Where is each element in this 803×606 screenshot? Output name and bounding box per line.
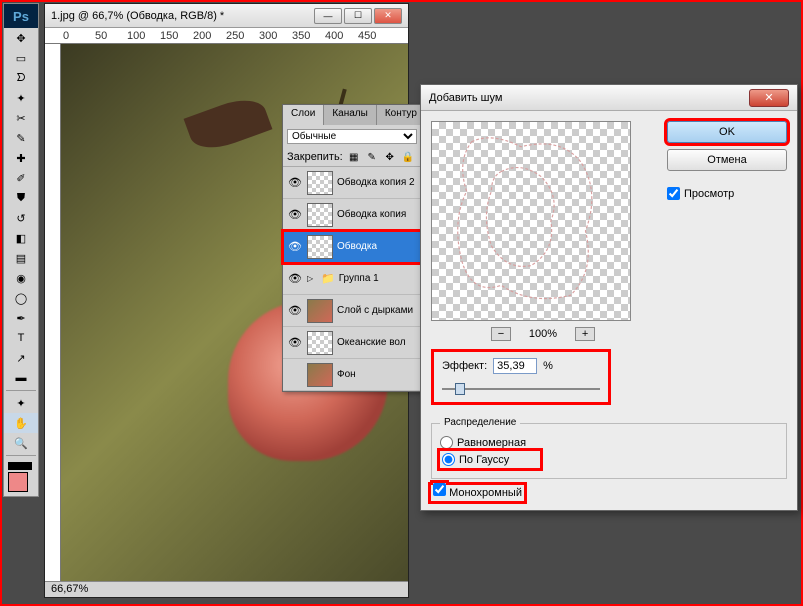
zoom-tool[interactable]: 🔍 xyxy=(4,433,38,453)
crop-tool[interactable]: ✂ xyxy=(4,108,38,128)
blur-tool[interactable]: ◉ xyxy=(4,268,38,288)
dialog-close-button[interactable]: ✕ xyxy=(749,89,789,107)
color-swatches[interactable] xyxy=(4,458,38,496)
dialog-titlebar[interactable]: Добавить шум ✕ xyxy=(421,85,797,111)
layers-panel[interactable]: Слои Каналы Контур Обычные Закрепить: ▦ … xyxy=(282,104,422,392)
close-button[interactable]: ✕ xyxy=(374,8,402,24)
path-tool[interactable]: ↗ xyxy=(4,348,38,368)
effect-unit: % xyxy=(543,360,553,372)
preview-checkbox[interactable] xyxy=(667,187,680,200)
effect-input[interactable] xyxy=(493,358,537,374)
effect-label: Эффект: xyxy=(442,360,487,372)
layer-row[interactable]: 👁 Обводка копия xyxy=(283,199,421,231)
vertical-ruler xyxy=(45,44,61,581)
zoom-value: 100% xyxy=(529,328,557,340)
minimize-button[interactable]: — xyxy=(314,8,342,24)
layer-thumb[interactable] xyxy=(307,363,333,387)
shape-tool[interactable]: ▬ xyxy=(4,368,38,388)
folder-icon: 📁 xyxy=(321,272,335,285)
document-title: 1.jpg @ 66,7% (Обводка, RGB/8) * xyxy=(51,10,314,22)
dialog-title: Добавить шум xyxy=(429,92,749,104)
visibility-icon[interactable]: 👁 xyxy=(287,272,303,285)
3d-tool[interactable]: ✦ xyxy=(4,393,38,413)
distribution-legend: Распределение xyxy=(440,417,520,428)
pen-tool[interactable]: ✒ xyxy=(4,308,38,328)
layer-thumb[interactable] xyxy=(307,203,333,227)
preview-checkbox-row[interactable]: Просмотр xyxy=(667,187,787,200)
type-tool[interactable]: T xyxy=(4,328,38,348)
blend-mode-select[interactable]: Обычные xyxy=(287,129,417,144)
layer-row[interactable]: Фон xyxy=(283,359,421,391)
stamp-tool[interactable]: ⛊ xyxy=(4,188,38,208)
effect-slider[interactable] xyxy=(442,382,600,396)
lock-transparency-icon[interactable]: ▦ xyxy=(347,150,361,164)
distribution-group: Распределение Равномерная По Гауссу xyxy=(431,423,787,479)
layer-row-selected[interactable]: 👁 Обводка xyxy=(283,231,421,263)
healing-tool[interactable]: ✚ xyxy=(4,148,38,168)
maximize-button[interactable]: ☐ xyxy=(344,8,372,24)
layer-row[interactable]: 👁 Обводка копия 2 xyxy=(283,167,421,199)
dodge-tool[interactable]: ◯ xyxy=(4,288,38,308)
monochrome-checkbox-row[interactable]: Монохромный xyxy=(431,485,524,501)
document-titlebar[interactable]: 1.jpg @ 66,7% (Обводка, RGB/8) * — ☐ ✕ xyxy=(45,4,408,28)
visibility-icon[interactable]: 👁 xyxy=(287,208,303,221)
gradient-tool[interactable]: ▤ xyxy=(4,248,38,268)
wand-tool[interactable]: ✦ xyxy=(4,88,38,108)
layer-thumb[interactable] xyxy=(307,235,333,259)
layer-thumb[interactable] xyxy=(307,171,333,195)
radio-uniform[interactable]: Равномерная xyxy=(440,436,778,449)
layer-row[interactable]: 👁 ▷ 📁 Группа 1 xyxy=(283,263,421,295)
tab-channels[interactable]: Каналы xyxy=(324,105,377,125)
layer-row[interactable]: 👁 Слой с дырками xyxy=(283,295,421,327)
zoom-out-button[interactable]: − xyxy=(491,327,511,341)
visibility-icon[interactable]: 👁 xyxy=(287,304,303,317)
hand-tool[interactable]: ✋ xyxy=(4,413,38,433)
effect-block: Эффект: % xyxy=(431,349,611,405)
lasso-tool[interactable]: ᗤ xyxy=(4,68,38,88)
brush-tool[interactable]: ✐ xyxy=(4,168,38,188)
preview-area[interactable] xyxy=(431,121,631,321)
visibility-icon[interactable]: 👁 xyxy=(287,176,303,189)
eraser-tool[interactable]: ◧ xyxy=(4,228,38,248)
lock-row: Закрепить: ▦ ✎ ✥ 🔒 xyxy=(283,148,421,167)
cancel-button[interactable]: Отмена xyxy=(667,149,787,171)
group-arrow-icon[interactable]: ▷ xyxy=(307,274,317,283)
lock-move-icon[interactable]: ✥ xyxy=(383,150,397,164)
layer-thumb[interactable] xyxy=(307,299,333,323)
radio-gaussian[interactable]: По Гауссу xyxy=(440,451,540,468)
visibility-icon[interactable]: 👁 xyxy=(287,336,303,349)
add-noise-dialog: Добавить шум ✕ − 100% + Эффект: % xyxy=(420,84,798,511)
lock-brush-icon[interactable]: ✎ xyxy=(365,150,379,164)
ok-button[interactable]: OK xyxy=(667,121,787,143)
zoom-status: 66,67% xyxy=(51,583,88,595)
layer-row[interactable]: 👁 Океанские вол xyxy=(283,327,421,359)
horizontal-ruler: 0 50 100 150 200 250 300 350 400 450 xyxy=(45,28,408,44)
tab-paths[interactable]: Контур xyxy=(377,105,426,125)
status-bar: 66,67% xyxy=(45,581,408,597)
zoom-in-button[interactable]: + xyxy=(575,327,595,341)
toolbox: Ps ✥ ▭ ᗤ ✦ ✂ ✎ ✚ ✐ ⛊ ↺ ◧ ▤ ◉ ◯ ✒ T ↗ ▬ ✦… xyxy=(3,3,39,497)
ps-logo: Ps xyxy=(4,4,38,28)
visibility-icon[interactable]: 👁 xyxy=(287,240,303,253)
eyedropper-tool[interactable]: ✎ xyxy=(4,128,38,148)
layer-thumb[interactable] xyxy=(307,331,333,355)
move-tool[interactable]: ✥ xyxy=(4,28,38,48)
monochrome-checkbox[interactable] xyxy=(433,483,446,496)
history-tool[interactable]: ↺ xyxy=(4,208,38,228)
lock-all-icon[interactable]: 🔒 xyxy=(401,150,415,164)
marquee-tool[interactable]: ▭ xyxy=(4,48,38,68)
foreground-swatch[interactable] xyxy=(8,472,28,492)
tab-layers[interactable]: Слои xyxy=(283,105,324,125)
